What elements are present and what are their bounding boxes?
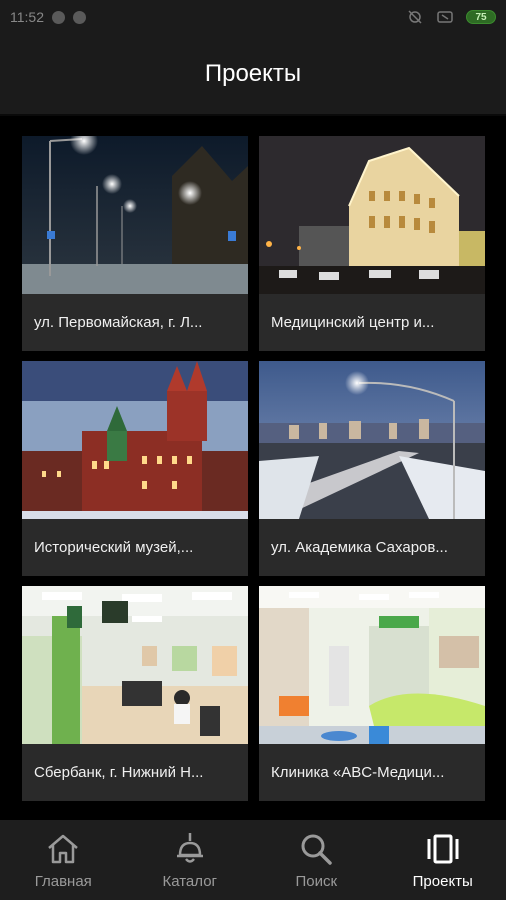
project-photo-museum [22, 361, 248, 519]
nav-catalog[interactable]: Каталог [127, 820, 254, 900]
battery-level: 75 [475, 11, 487, 23]
project-photo-street-night [22, 136, 248, 294]
sim-card-icon [437, 11, 453, 23]
carousel-icon [427, 834, 459, 863]
status-time: 11:52 [10, 9, 44, 25]
project-card[interactable]: Исторический музей,... [22, 361, 248, 576]
project-caption: Клиника «ABC-Медици... [271, 764, 445, 781]
project-card[interactable]: ул. Первомайская, г. Л... [22, 136, 248, 351]
project-caption: Сбербанк, г. Нижний Н... [34, 764, 204, 781]
nav-catalog-label: Каталог [162, 872, 218, 890]
project-photo-building-night [259, 136, 485, 294]
app-bar: Проекты [0, 34, 506, 116]
project-photo-clinic [259, 586, 485, 744]
project-caption: Медицинский центр и... [271, 314, 435, 331]
home-icon [48, 834, 79, 863]
notification-dot-icon [73, 10, 86, 24]
projects-grid: ул. Первомайская, г. Л... Медицинский це… [22, 136, 485, 801]
nav-home-label: Главная [34, 872, 92, 890]
lamp-icon [176, 832, 203, 863]
nav-projects-label: Проекты [412, 872, 473, 890]
project-photo-winter-road [259, 361, 485, 519]
project-card[interactable]: Клиника «ABC-Медици... [259, 586, 485, 801]
nav-home[interactable]: Главная [0, 820, 127, 900]
notification-dot-icon [52, 10, 65, 24]
status-bar: 11:52 75 [0, 0, 506, 34]
nav-search[interactable]: Поиск [253, 820, 380, 900]
project-caption: ул. Первомайская, г. Л... [34, 314, 203, 331]
project-card[interactable]: Медицинский центр и... [259, 136, 485, 351]
nav-projects[interactable]: Проекты [380, 820, 506, 900]
bottom-navigation: Главная Каталог Поиск Проекты [0, 820, 506, 900]
nav-search-label: Поиск [295, 872, 338, 890]
project-photo-bank-office [22, 586, 248, 744]
search-icon [301, 834, 332, 865]
project-card[interactable]: Сбербанк, г. Нижний Н... [22, 586, 248, 801]
page-title: Проекты [204, 60, 302, 87]
silent-alarm-icon [408, 10, 422, 24]
project-caption: ул. Академика Сахаров... [271, 539, 448, 556]
battery-icon: 75 [466, 10, 496, 24]
project-card[interactable]: ул. Академика Сахаров... [259, 361, 485, 576]
project-caption: Исторический музей,... [34, 539, 194, 556]
